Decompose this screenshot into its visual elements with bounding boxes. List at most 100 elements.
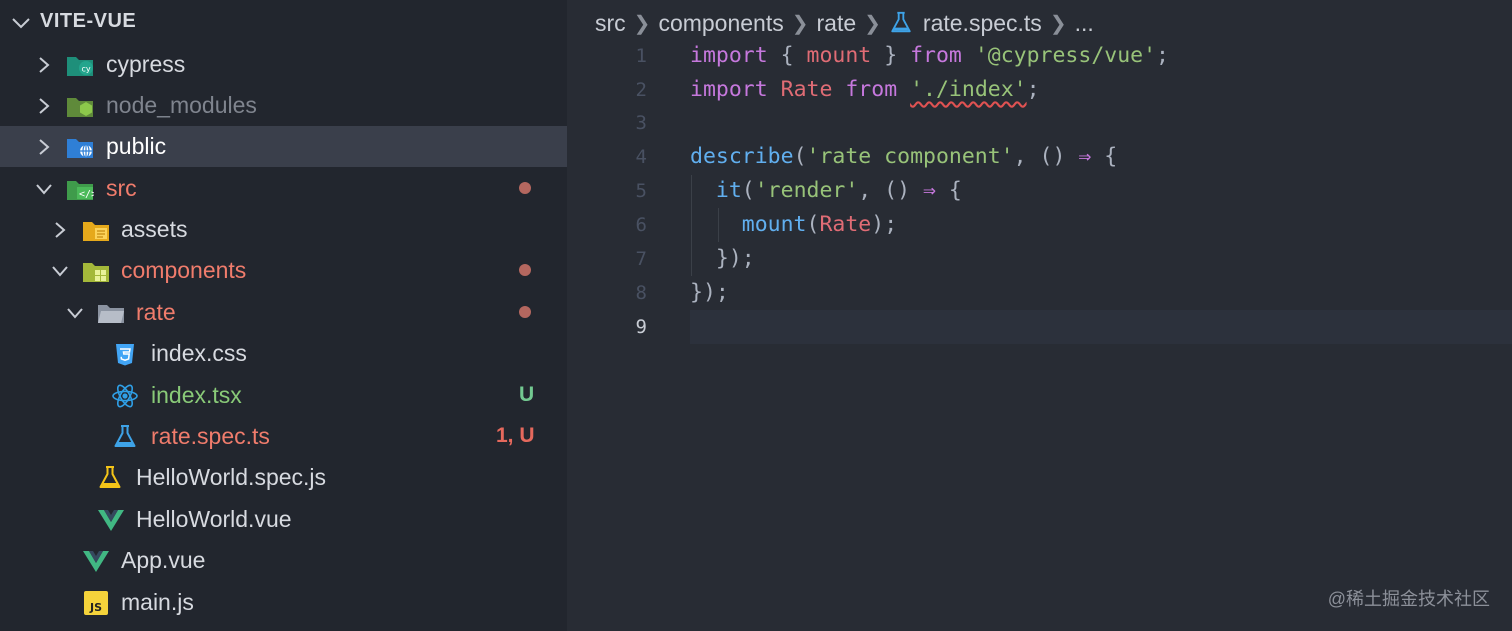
chevron-right-icon[interactable] bbox=[34, 55, 54, 80]
chevron-down-icon[interactable] bbox=[10, 12, 32, 40]
chevron-down-icon[interactable] bbox=[50, 261, 70, 286]
public-folder-icon bbox=[66, 134, 94, 160]
code-line-1[interactable]: import { mount } from '@cypress/vue'; bbox=[567, 39, 1512, 73]
punctuation-token: ( bbox=[806, 212, 820, 237]
tree-item-node-modules[interactable]: node_modules bbox=[0, 85, 567, 126]
tree-item-helloworld-spec-js[interactable]: HelloWorld.spec.js bbox=[0, 457, 567, 498]
punctuation-token bbox=[768, 77, 781, 102]
chevron-right-icon[interactable] bbox=[34, 137, 54, 162]
code-line-4[interactable]: describe('rate component', () ⇒ { bbox=[567, 140, 1512, 174]
tree-item-cypress[interactable]: cy cypress bbox=[0, 44, 567, 85]
function-token: describe bbox=[690, 144, 794, 169]
punctuation-token: { bbox=[935, 178, 962, 203]
function-token: it bbox=[715, 178, 742, 203]
punctuation-token bbox=[962, 43, 975, 68]
tree-item-label: cypress bbox=[106, 51, 186, 77]
flask-test-icon bbox=[97, 465, 123, 491]
components-folder-icon bbox=[82, 258, 109, 284]
punctuation-token: { bbox=[767, 43, 807, 68]
punctuation-token: , () bbox=[1013, 144, 1079, 169]
breadcrumb-item[interactable]: rate bbox=[817, 10, 857, 37]
javascript-icon: JS bbox=[83, 590, 109, 616]
tree-item-label: components bbox=[121, 257, 247, 283]
flask-test-icon bbox=[891, 11, 911, 33]
keyword-token: import bbox=[690, 43, 768, 68]
punctuation-token: }); bbox=[715, 246, 755, 271]
chevron-right-icon[interactable] bbox=[50, 220, 70, 245]
chevron-right-icon[interactable] bbox=[34, 96, 54, 121]
punctuation-token: ( bbox=[793, 144, 807, 169]
explorer-title: VITE-VUE bbox=[40, 10, 137, 32]
breadcrumb-file-label: rate.spec.ts bbox=[922, 9, 1042, 36]
src-folder-icon: </> bbox=[66, 176, 97, 202]
tree-item-label: HelloWorld.spec.js bbox=[136, 464, 327, 490]
tree-item-label: rate bbox=[136, 299, 176, 325]
flask-test-icon bbox=[112, 424, 138, 450]
explorer-sidebar: VITE-VUE cy cypress node_modules public bbox=[0, 0, 567, 631]
function-token: mount bbox=[741, 212, 807, 237]
tree-item-label: src bbox=[106, 175, 137, 201]
css-file-icon bbox=[112, 341, 138, 367]
tree-item-index-css[interactable]: index.css bbox=[0, 333, 567, 374]
keyword-token: from bbox=[845, 77, 898, 102]
punctuation-token: ; bbox=[1156, 43, 1169, 68]
tree-item-label: index.tsx bbox=[151, 382, 242, 408]
svg-text:JS: JS bbox=[89, 601, 102, 614]
code-line-8[interactable]: }); bbox=[567, 276, 1512, 310]
tree-item-rate[interactable]: rate bbox=[0, 292, 567, 333]
tree-item-label: node_modules bbox=[106, 92, 257, 118]
punctuation-token: }); bbox=[690, 280, 729, 305]
breadcrumb-item[interactable]: components bbox=[658, 10, 783, 37]
arrow-token: ⇒ bbox=[1078, 144, 1092, 169]
svg-text:</>: </> bbox=[79, 189, 94, 200]
tree-item-assets[interactable]: assets bbox=[0, 209, 567, 250]
chevron-right-icon: ❯ bbox=[864, 12, 881, 35]
folder-open-icon bbox=[97, 300, 124, 326]
string-token-error: './index' bbox=[910, 77, 1027, 102]
svg-text:cy: cy bbox=[82, 65, 91, 74]
node-folder-icon bbox=[66, 93, 93, 119]
tree-item-rate-spec-ts[interactable]: rate.spec.ts 1, U bbox=[0, 416, 567, 457]
tree-item-label: main.js bbox=[121, 589, 194, 615]
tree-item-label: HelloWorld.vue bbox=[136, 506, 292, 532]
explorer-header[interactable]: VITE-VUE bbox=[0, 0, 567, 44]
punctuation-token: ( bbox=[741, 178, 755, 203]
tree-item-label: index.css bbox=[151, 340, 247, 366]
code-editor[interactable]: src ❯ components ❯ rate ❯ rate.spec.ts ❯… bbox=[567, 0, 1512, 631]
chevron-right-icon: ❯ bbox=[633, 12, 651, 35]
tree-item-public[interactable]: public bbox=[0, 126, 567, 167]
keyword-token: from bbox=[910, 43, 962, 68]
identifier-token: Rate bbox=[780, 77, 833, 102]
tree-item-src[interactable]: </> src bbox=[0, 168, 567, 209]
code-line-7[interactable]: }); bbox=[567, 242, 1512, 276]
keyword-token: import bbox=[690, 77, 768, 102]
code-line-2[interactable]: import Rate from './index'; bbox=[567, 73, 1512, 107]
punctuation-token bbox=[897, 77, 910, 102]
watermark: @稀土掘金技术社区 bbox=[1327, 589, 1490, 609]
tree-item-app-vue[interactable]: App.vue bbox=[0, 540, 567, 581]
cypress-folder-icon: cy bbox=[66, 52, 93, 78]
punctuation-token bbox=[832, 77, 845, 102]
chevron-down-icon[interactable] bbox=[34, 179, 54, 204]
assets-folder-icon bbox=[82, 217, 109, 243]
punctuation-token: } bbox=[871, 43, 911, 68]
current-line-highlight bbox=[690, 310, 1512, 344]
breadcrumb-item[interactable]: src bbox=[595, 10, 626, 37]
line-number: 3 bbox=[635, 112, 647, 134]
breadcrumb-item[interactable]: rate.spec.ts bbox=[889, 10, 1042, 37]
modified-dot bbox=[519, 264, 531, 276]
tree-item-components[interactable]: components bbox=[0, 250, 567, 291]
vue-icon bbox=[97, 507, 124, 533]
vue-icon bbox=[82, 548, 109, 574]
punctuation-token: { bbox=[1091, 144, 1118, 169]
tree-item-index-tsx[interactable]: index.tsx U bbox=[0, 375, 567, 416]
tree-item-helloworld-vue[interactable]: HelloWorld.vue bbox=[0, 499, 567, 540]
chevron-down-icon[interactable] bbox=[65, 303, 85, 328]
breadcrumb-item[interactable]: ... bbox=[1075, 10, 1094, 37]
modified-dot bbox=[519, 182, 531, 194]
code-line-6[interactable]: mount(Rate); bbox=[567, 208, 1512, 242]
tree-item-main-js[interactable]: JS main.js bbox=[0, 582, 567, 623]
code-line-5[interactable]: it('render', () ⇒ { bbox=[567, 174, 1512, 208]
arrow-token: ⇒ bbox=[923, 178, 936, 203]
string-token: '@cypress/vue' bbox=[974, 43, 1157, 68]
